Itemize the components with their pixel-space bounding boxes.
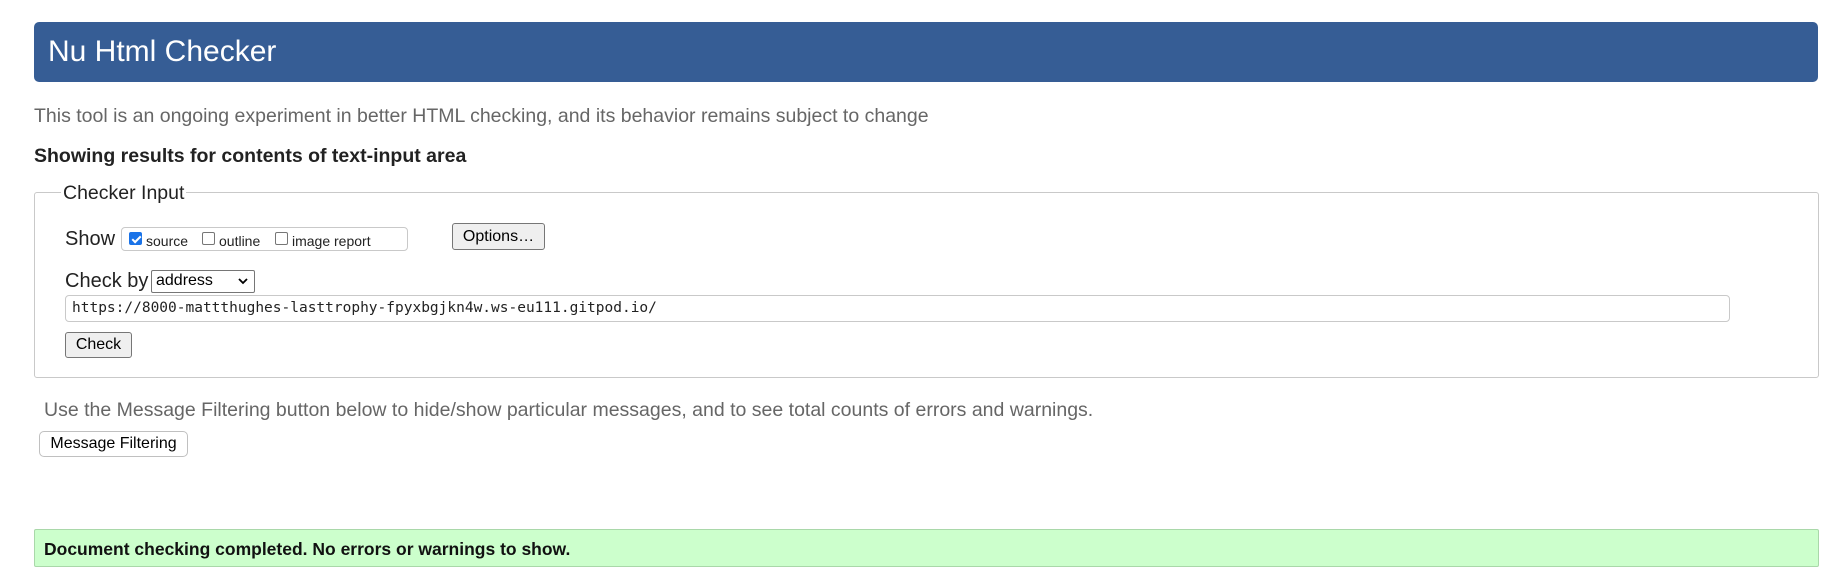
chevron-down-icon: [238, 278, 248, 285]
checker-input-fieldset: Checker Input Show source outline image …: [34, 181, 1819, 378]
results-heading: Showing results for contents of text-inp…: [34, 145, 467, 167]
show-options-group: source outline image report: [121, 227, 408, 251]
page-title: Nu Html Checker: [48, 35, 277, 68]
image-report-checkbox[interactable]: [275, 232, 288, 245]
checker-input-legend: Checker Input: [61, 181, 187, 205]
result-success-banner: Document checking completed. No errors o…: [34, 529, 1819, 567]
check-by-label: Check by: [65, 270, 149, 292]
outline-checkbox[interactable]: [202, 232, 215, 245]
source-checkbox[interactable]: [129, 232, 142, 245]
message-filtering-button[interactable]: Message Filtering: [39, 431, 188, 457]
page-header: Nu Html Checker: [34, 22, 1818, 82]
show-label: Show: [65, 228, 116, 250]
source-checkbox-label[interactable]: source: [146, 233, 188, 249]
options-button[interactable]: Options…: [452, 223, 545, 250]
filter-note: Use the Message Filtering button below t…: [44, 399, 1094, 421]
result-message: Document checking completed. No errors o…: [44, 539, 571, 559]
check-button[interactable]: Check: [65, 332, 132, 358]
check-by-selected-value: address: [156, 272, 213, 289]
outline-checkbox-label[interactable]: outline: [219, 233, 260, 249]
url-input[interactable]: https://8000-mattthughes-lasttrophy-fpyx…: [65, 295, 1730, 322]
check-by-select[interactable]: address: [151, 270, 255, 293]
tagline: This tool is an ongoing experiment in be…: [34, 105, 929, 127]
image-report-checkbox-label[interactable]: image report: [292, 233, 371, 249]
